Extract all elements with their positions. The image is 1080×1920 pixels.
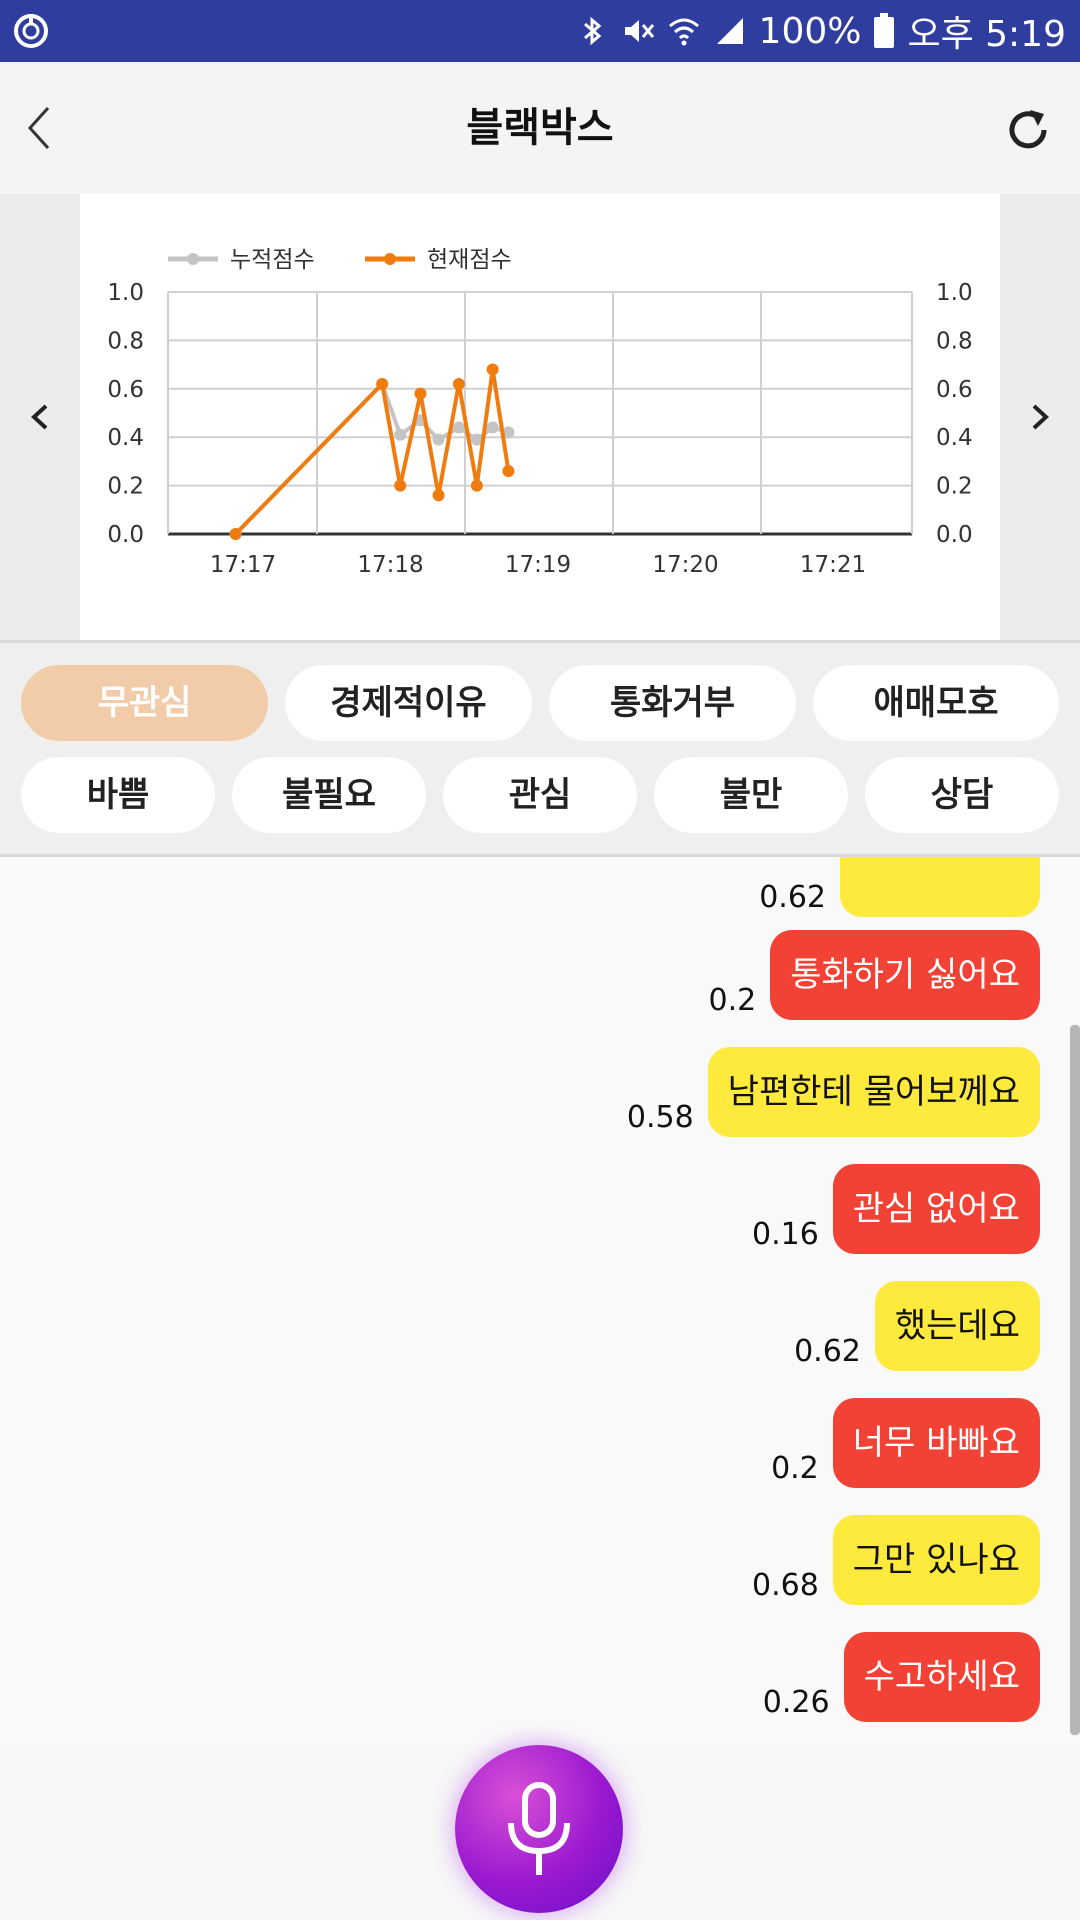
message-bubble: 통화하기 싫어요	[770, 930, 1040, 1020]
y-tick-label: 0.6	[107, 377, 144, 403]
status-bar: 100% 오후 5:19	[0, 0, 1080, 62]
message-score: 0.26	[762, 1685, 830, 1720]
y-tick-label: 1.0	[107, 280, 144, 306]
y-tick-label-right: 0.8	[936, 328, 973, 354]
app-icon	[14, 14, 48, 48]
chip-call-refusal[interactable]: 통화거부	[549, 665, 796, 741]
category-chips: 무관심 경제적이유 통화거부 애매모호 바쁨 불필요 관심 불만 상담	[0, 643, 1080, 854]
chart-panel: 0.0 0.2 0.4 0.6 0.8 1.0 0.0 0.2 0.4 0.6 0.8 1.0 17:1…	[0, 194, 1080, 640]
message-item: 0.16 관심 없어요	[752, 1164, 1040, 1254]
y-tick-label: 0.2	[107, 474, 144, 500]
message-bubble: 했는데요	[874, 1281, 1040, 1371]
bluetooth-icon	[583, 16, 601, 46]
message-item: 0.2 너무 바빠요	[771, 1398, 1040, 1488]
chart-card: 0.0 0.2 0.4 0.6 0.8 1.0 0.0 0.2 0.4 0.6 0.8 1.0 17:1…	[80, 194, 1000, 640]
data-point	[470, 479, 483, 492]
data-point	[414, 387, 427, 400]
refresh-icon[interactable]	[1002, 104, 1054, 156]
y-tick-label-right: 0.4	[936, 425, 973, 451]
signal-icon	[716, 18, 743, 44]
chevron-left-icon[interactable]	[24, 394, 54, 440]
page-title: 블랙박스	[466, 105, 614, 151]
y-tick-label: 0.0	[107, 522, 144, 548]
y-tick-label: 0.8	[107, 328, 144, 354]
data-point	[376, 377, 389, 390]
data-point	[486, 363, 499, 376]
y-tick-label-right: 0.2	[936, 474, 973, 500]
data-point	[452, 377, 465, 390]
x-tick-label: 17:20	[652, 552, 718, 578]
x-tick-label: 17:21	[800, 552, 866, 578]
data-point	[432, 433, 445, 446]
legend-label: 누적점수	[230, 247, 315, 273]
battery-text: 100%	[758, 10, 862, 52]
microphone-button[interactable]	[455, 1745, 623, 1913]
chip-economic-reason[interactable]: 경제적이유	[285, 665, 532, 741]
y-tick-label-right: 1.0	[936, 280, 973, 306]
x-tick-label: 17:17	[210, 552, 276, 578]
message-score: 0.58	[626, 1100, 694, 1135]
message-score: 0.62	[794, 1334, 861, 1369]
message-item: 0.26 수고하세요	[763, 1632, 1040, 1722]
data-point	[394, 428, 407, 441]
message-score: 0.68	[751, 1568, 819, 1603]
y-tick-label-right: 0.6	[936, 377, 973, 403]
x-tick-label: 17:19	[505, 552, 571, 578]
message-bubble: 남편한테 물어보께요	[707, 1047, 1040, 1137]
message-item: 0.62	[759, 857, 1040, 917]
x-tick-label: 17:18	[357, 552, 423, 578]
chip-consultation[interactable]: 상담	[865, 757, 1059, 833]
y-tick-label-right: 0.0	[936, 522, 973, 548]
message-bubble: 그만 있나요	[832, 1515, 1040, 1605]
data-point	[229, 528, 242, 540]
message-score: 0.16	[751, 1217, 819, 1252]
score-chart: 0.0 0.2 0.4 0.6 0.8 1.0 0.0 0.2 0.4 0.6 0.8 1.0 17:1…	[107, 247, 973, 578]
data-point	[432, 489, 445, 502]
app-header: 블랙박스	[0, 62, 1080, 194]
chip-busy[interactable]: 바쁨	[21, 757, 215, 833]
message-score: 0.62	[759, 880, 826, 915]
scrollbar[interactable]	[1070, 1025, 1080, 1735]
chip-interest[interactable]: 관심	[443, 757, 637, 833]
message-bubble: 너무 바빠요	[832, 1398, 1040, 1488]
message-bubble: 수고하세요	[843, 1632, 1040, 1722]
microphone-icon	[508, 1782, 570, 1875]
clock: 오후 5:19	[907, 14, 1066, 55]
message-score: 0.2	[708, 983, 757, 1018]
wifi-icon	[668, 18, 699, 46]
message-score: 0.2	[771, 1451, 819, 1486]
data-point	[486, 421, 499, 434]
chevron-right-icon[interactable]	[1026, 394, 1056, 440]
battery-icon	[874, 13, 895, 48]
data-point	[394, 479, 407, 492]
chip-ambiguous[interactable]: 애매모호	[813, 665, 1059, 741]
series-line	[234, 369, 511, 536]
message-list[interactable]: 0.62 0.2 통화하기 싫어요 0.58 남편한테 물어보께요 0.16 관…	[0, 857, 1080, 1745]
y-tick-label: 0.4	[107, 425, 144, 451]
chip-complaint[interactable]: 불만	[654, 757, 848, 833]
chip-apathy[interactable]: 무관심	[21, 665, 268, 741]
mute-icon	[624, 20, 654, 42]
legend-marker	[384, 253, 396, 265]
message-item: 0.2 통화하기 싫어요	[708, 930, 1040, 1020]
message-bubble: 관심 없어요	[832, 1164, 1040, 1254]
message-bubble	[840, 857, 1040, 917]
chip-unnecessary[interactable]: 불필요	[232, 757, 426, 833]
data-point	[452, 421, 465, 434]
legend-label: 현재점수	[427, 247, 512, 273]
message-item: 0.68 그만 있나요	[752, 1515, 1040, 1605]
message-item: 0.62 했는데요	[794, 1281, 1040, 1371]
series-line	[234, 380, 510, 536]
legend-marker	[187, 253, 199, 265]
message-item: 0.58 남편한테 물어보께요	[627, 1047, 1040, 1137]
data-point	[502, 465, 515, 478]
